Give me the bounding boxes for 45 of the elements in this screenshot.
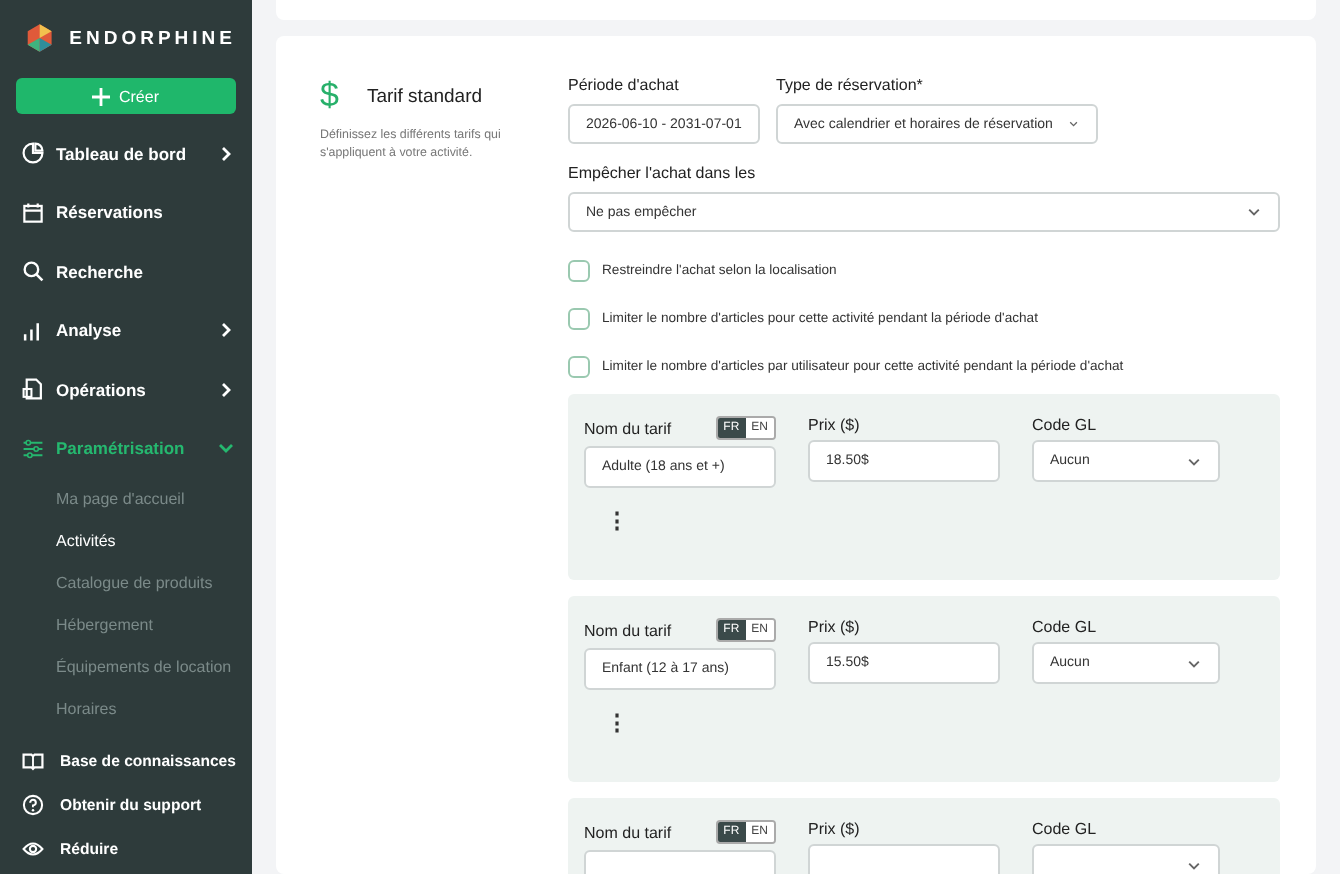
dropdown[interactable] <box>1032 844 1220 874</box>
calendar-icon <box>22 201 44 224</box>
field-label: Empêcher l'achat dans les <box>568 164 758 182</box>
field-label: Code GL <box>1032 416 1099 434</box>
field-label: Nom du tarif <box>584 823 672 841</box>
field-label: Nom du tarif <box>584 419 672 437</box>
nav-item[interactable]: Analyse <box>16 301 236 360</box>
section-title: Tarif standard <box>366 85 483 107</box>
chevron-down-icon <box>1246 204 1262 220</box>
field-label: Code GL <box>1032 618 1099 636</box>
dollar-icon: $ <box>320 76 339 116</box>
nav-item[interactable]: Tableau de bord <box>16 124 236 183</box>
eye-icon <box>22 837 44 859</box>
pie-chart-icon <box>22 142 44 165</box>
document-icon <box>22 378 44 401</box>
help-icon <box>22 793 44 815</box>
nav-item[interactable]: Réservations <box>16 183 236 242</box>
field-label: Code GL <box>1032 820 1099 838</box>
plus-icon <box>92 87 111 105</box>
nav-item[interactable]: Recherche <box>16 242 236 301</box>
checkbox[interactable] <box>568 308 590 330</box>
chevron-down-icon <box>1186 857 1202 873</box>
bar-chart-icon <box>22 319 44 342</box>
field-label: Prix ($) <box>808 416 862 434</box>
chevron-down-icon <box>1068 116 1080 132</box>
logo-icon <box>26 22 54 54</box>
field-label: Période d'achat <box>568 76 681 94</box>
nav-item[interactable]: Opérations <box>16 360 236 419</box>
chevron-down-icon <box>1186 453 1202 469</box>
search-icon <box>22 260 44 283</box>
field-label: Nom du tarif <box>584 621 672 639</box>
nav-item[interactable]: Paramétrisation <box>16 419 236 478</box>
submenu-item[interactable]: Activités <box>16 520 236 562</box>
field-label: Type de réservation* <box>776 76 925 94</box>
field-label: Prix ($) <box>808 820 862 838</box>
more-button[interactable]: ⋮ <box>600 508 634 534</box>
brand-name: ENDORPHINE <box>69 27 236 49</box>
sliders-icon <box>22 437 44 460</box>
chevron-down-icon <box>1186 655 1202 671</box>
price-field[interactable] <box>808 844 1000 874</box>
checkbox[interactable] <box>568 356 590 378</box>
more-button[interactable]: ⋮ <box>600 710 634 736</box>
book-icon <box>22 749 44 771</box>
field-label: Prix ($) <box>808 618 862 636</box>
checkbox[interactable] <box>568 260 590 282</box>
